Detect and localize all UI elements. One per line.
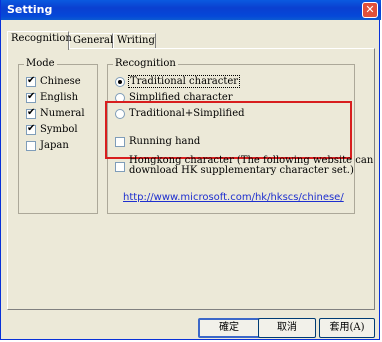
radio-traditional-label: Traditional character [127, 75, 241, 88]
apply-button[interactable]: 套用(A) [319, 318, 375, 338]
radio-selected-icon [115, 76, 125, 87]
cancel-button[interactable]: 取消 [258, 318, 316, 338]
close-icon: ✕ [365, 3, 375, 16]
mode-group-title: Mode [24, 58, 57, 70]
recognition-group-title: Recognition [113, 58, 178, 70]
mode-numeral-checkbox[interactable]: ✔ Numeral [26, 106, 85, 119]
settings-dialog: Setting ✕ Recognition General Writing Mo… [0, 0, 381, 340]
checkbox-icon: ✔ [26, 90, 36, 103]
tab-recognition[interactable]: Recognition [7, 31, 72, 50]
checkbox-icon: ✔ [26, 74, 36, 87]
tab-recognition-label: Recognition [11, 33, 72, 44]
tab-general[interactable]: General [69, 33, 113, 49]
highlight-box [105, 101, 352, 159]
mode-english-label: English [40, 92, 79, 103]
mode-symbol-label: Symbol [40, 124, 78, 135]
mode-japan-checkbox[interactable]: Japan [26, 140, 69, 151]
checkbox-icon [26, 140, 36, 151]
hkscs-link[interactable]: http://www.microsoft.com/hk/hkscs/chines… [123, 192, 344, 203]
close-button[interactable]: ✕ [362, 2, 378, 18]
tab-general-label: General [73, 35, 114, 46]
mode-english-checkbox[interactable]: ✔ English [26, 90, 79, 103]
mode-numeral-label: Numeral [40, 108, 85, 119]
mode-symbol-checkbox[interactable]: ✔ Symbol [26, 122, 78, 135]
title-bar[interactable]: Setting ✕ [1, 0, 381, 20]
checkbox-icon: ✔ [26, 122, 36, 135]
radio-traditional[interactable]: Traditional character [115, 75, 241, 88]
hongkong-checkbox[interactable]: Hongkong character (The following websit… [115, 156, 373, 176]
mode-japan-label: Japan [40, 140, 69, 151]
tab-writing[interactable]: Writing [113, 33, 156, 49]
ok-button[interactable]: 確定 [198, 318, 260, 338]
tab-writing-label: Writing [117, 35, 155, 46]
hongkong-label-line2: download HK supplementary character set.… [129, 165, 354, 176]
mode-chinese-checkbox[interactable]: ✔ Chinese [26, 74, 81, 87]
checkbox-icon [115, 162, 125, 172]
window-title: Setting [7, 3, 53, 16]
mode-chinese-label: Chinese [40, 76, 81, 87]
hongkong-label: Hongkong character (The following websit… [129, 156, 373, 176]
checkbox-icon: ✔ [26, 106, 36, 119]
